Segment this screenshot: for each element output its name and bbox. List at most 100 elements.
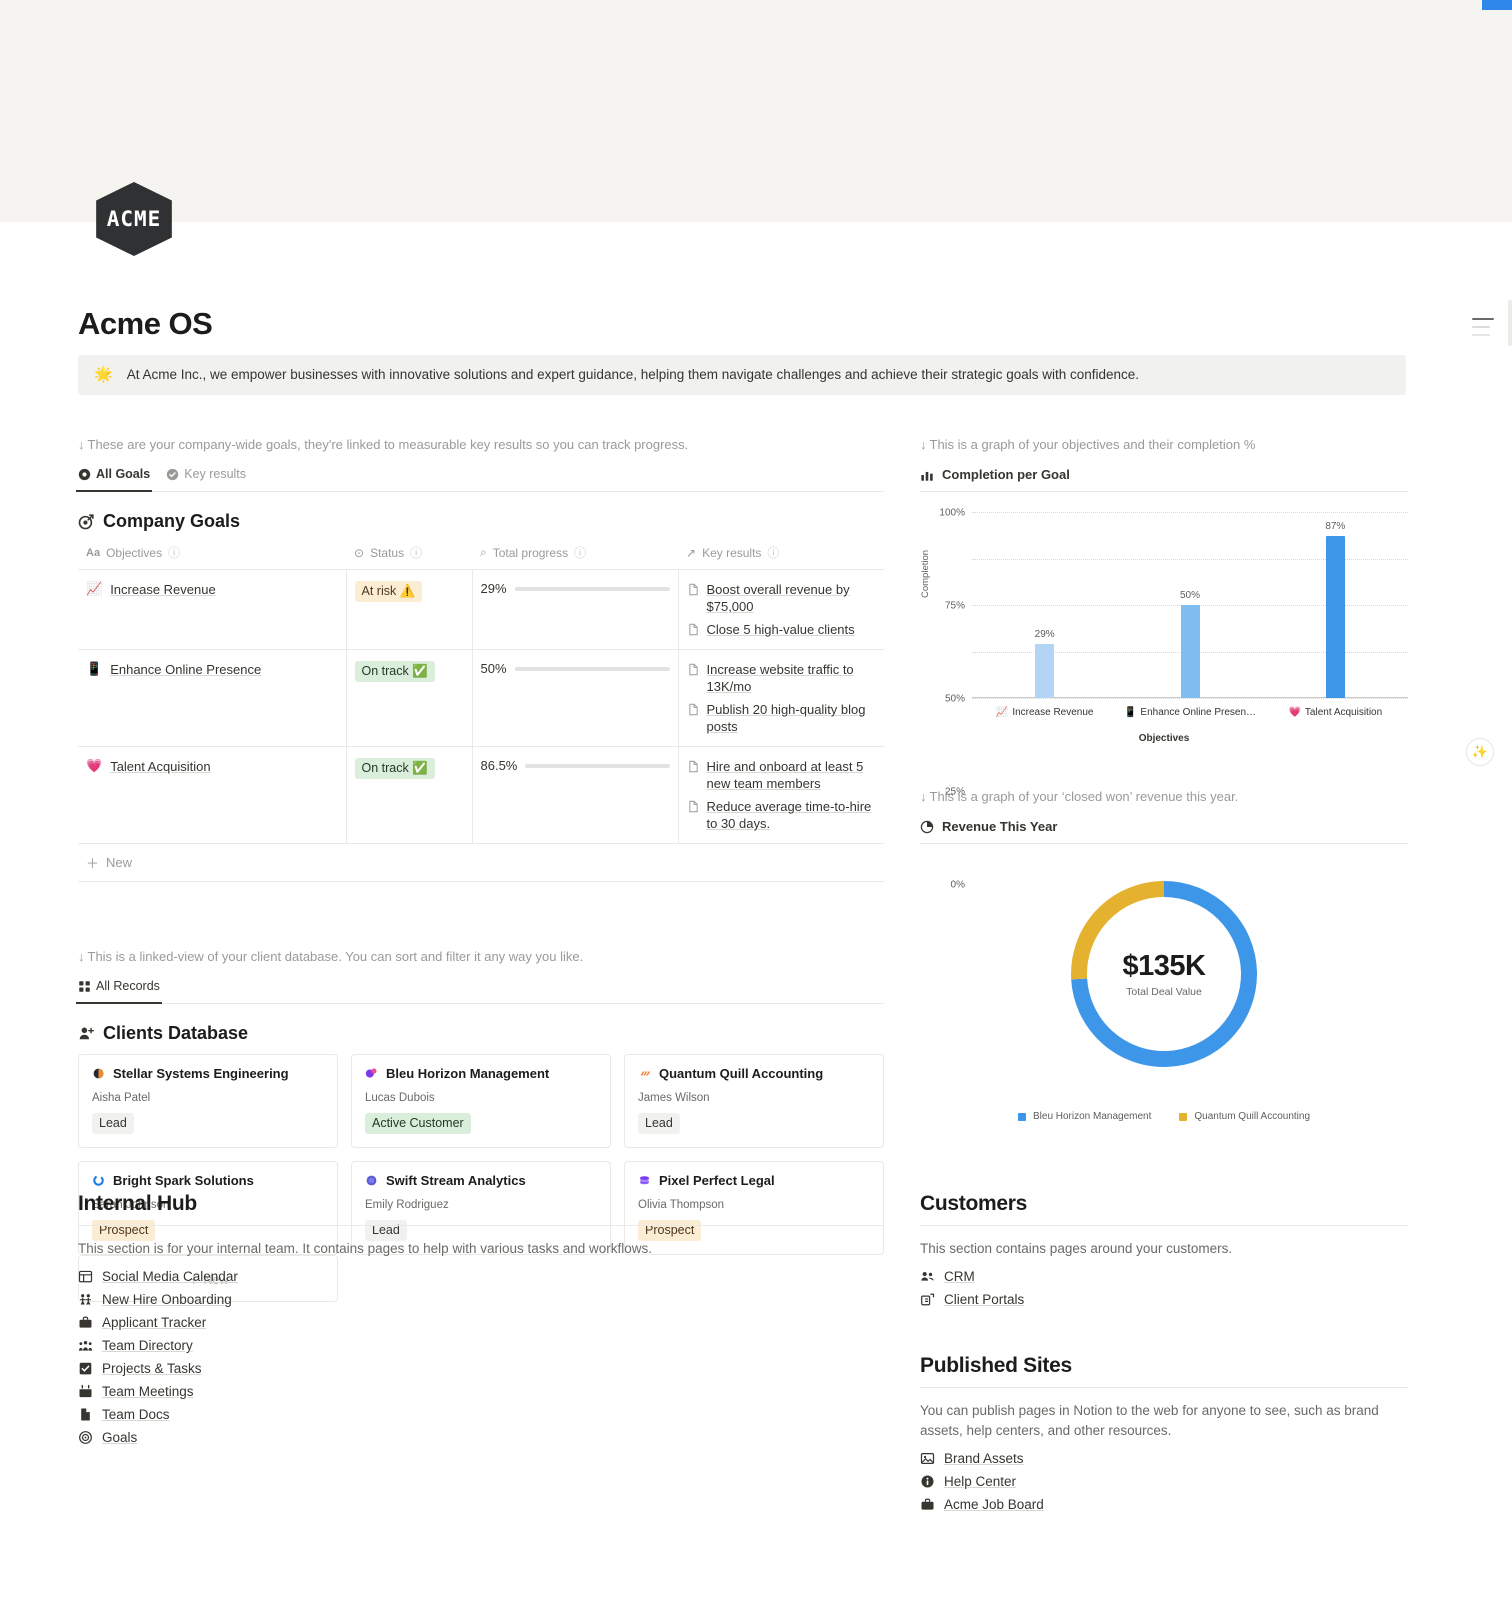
cell-status[interactable]: On track ✅ [346, 649, 473, 747]
bar-group[interactable]: 29% [980, 629, 1110, 698]
rollup-type-icon: ⌕ [480, 545, 487, 559]
text-type-icon: Aa [86, 546, 101, 559]
published-sites-link[interactable]: Brand Assets [920, 1447, 1408, 1470]
col-status[interactable]: ⊙ Status ⓘ [346, 540, 472, 570]
table-of-contents-indicator[interactable] [1472, 318, 1494, 342]
link-label: Brand Assets [944, 1451, 1024, 1466]
key-result-item[interactable]: Reduce average time-to-hire to 30 days. [687, 798, 877, 832]
customers-heading: Customers [920, 1192, 1408, 1226]
y-axis-tick: 50% [944, 693, 965, 705]
customers-link[interactable]: CRM [920, 1265, 1408, 1288]
key-result-item[interactable]: Close 5 high-value clients [687, 621, 877, 638]
table-header-row: Aa Objectives ⓘ ⊙ Status ⓘ ⌕ Total progr… [78, 540, 884, 570]
client-contact: Aisha Patel [92, 1092, 151, 1104]
col-objectives[interactable]: Aa Objectives ⓘ [78, 540, 346, 570]
key-result-item[interactable]: Boost overall revenue by $75,000 [687, 581, 877, 615]
client-contact: James Wilson [638, 1092, 710, 1104]
goals-view-tabs: All Goals Key results [75, 467, 884, 492]
link-label: Goals [102, 1430, 138, 1445]
person-add-icon [79, 1027, 94, 1040]
cell-status[interactable]: At risk ⚠️ [346, 569, 473, 650]
category-emoji-icon: 💗 [1288, 707, 1301, 718]
published-sites-link[interactable]: Help Center [920, 1470, 1408, 1493]
cell-progress[interactable]: 50% [472, 649, 679, 747]
internal-hub-link[interactable]: Team Meetings [78, 1380, 884, 1403]
col-total-progress[interactable]: ⌕ Total progress ⓘ [472, 540, 678, 570]
revenue-chart-header: Revenue This Year [920, 819, 1408, 844]
checkbox-icon [79, 1362, 92, 1375]
internal-hub-link[interactable]: Team Docs [78, 1403, 884, 1426]
client-name: Swift Stream Analytics [386, 1173, 526, 1188]
cell-key-results: Increase website traffic to 13K/mo Publis… [678, 649, 884, 747]
donut-legend: Bleu Horizon Management Quantum Quill Acc… [920, 1111, 1408, 1122]
down-arrow-icon: ↓ [78, 437, 85, 452]
down-arrow-icon: ↓ [920, 789, 927, 804]
ai-assistant-button[interactable]: ✨ [1466, 738, 1494, 766]
check-circle-icon [167, 468, 179, 480]
cell-progress[interactable]: 86.5% [472, 746, 679, 844]
cell-status[interactable]: On track ✅ [346, 746, 473, 844]
customers-link[interactable]: Client Portals [920, 1288, 1408, 1311]
table-row[interactable]: 📱 Enhance Online Presence On track ✅ 50%… [78, 649, 884, 747]
legend-item[interactable]: Quantum Quill Accounting [1179, 1111, 1310, 1122]
key-result-item[interactable]: Increase website traffic to 13K/mo [687, 661, 877, 695]
client-card[interactable]: Quantum Quill Accounting James Wilson Le… [624, 1054, 884, 1148]
cell-objective[interactable]: 📱 Enhance Online Presence [78, 649, 347, 747]
table-row[interactable]: 📈 Increase Revenue At risk ⚠️ 29% Boost … [78, 569, 884, 650]
tab-key-results-label: Key results [184, 467, 247, 481]
clients-database-title: Clients Database [78, 1023, 884, 1044]
col-key-results[interactable]: ↗ Key results ⓘ [678, 540, 884, 570]
notion-page: ACME Acme OS 🌟 At Acme Inc., we empower … [0, 0, 1512, 1600]
goals-new-row[interactable]: ＋ New [78, 844, 884, 882]
published-sites-heading: Published Sites [920, 1354, 1408, 1388]
internal-hub-link[interactable]: New Hire Onboarding [78, 1288, 884, 1311]
key-result-label: Increase website traffic to 13K/mo [706, 662, 854, 694]
legend-swatch [1179, 1112, 1188, 1121]
bar-group[interactable]: 87% [1270, 521, 1400, 698]
internal-hub-link[interactable]: Applicant Tracker [78, 1311, 884, 1334]
group-icon [921, 1272, 934, 1281]
client-card[interactable]: Bleu Horizon Management Lucas Dubois Act… [351, 1054, 611, 1148]
gridline: 0% [951, 698, 1408, 891]
objective-emoji-icon: 📈 [86, 581, 103, 596]
key-result-item[interactable]: Publish 20 high-quality blog posts [687, 701, 877, 735]
bar-group[interactable]: 50% [1125, 590, 1255, 698]
legend-item[interactable]: Bleu Horizon Management [1017, 1111, 1151, 1122]
circle-indigo-icon [366, 1175, 377, 1186]
link-label: Team Meetings [102, 1384, 194, 1399]
tab-key-results[interactable]: Key results [166, 467, 246, 485]
client-status-badge: Active Customer [365, 1113, 471, 1134]
x-axis-tick: 📱 Enhance Online Presen… [1115, 707, 1265, 718]
clients-hint: ↓ This is a linked-view of your client da… [78, 949, 584, 964]
link-label: Team Docs [102, 1407, 170, 1422]
tab-all-records[interactable]: All Records [76, 979, 162, 1004]
company-goals-table: Aa Objectives ⓘ ⊙ Status ⓘ ⌕ Total progr… [78, 540, 884, 844]
sparkle-emoji-icon: 🌟 [94, 366, 113, 383]
y-axis-tick: 25% [944, 786, 965, 798]
internal-hub-link[interactable]: Social Media Calendar [78, 1265, 884, 1288]
internal-hub-heading: Internal Hub [78, 1192, 884, 1226]
sidebar-handle[interactable] [1508, 300, 1512, 346]
client-name: Pixel Perfect Legal [659, 1173, 775, 1188]
published-sites-link[interactable]: Acme Job Board [920, 1493, 1408, 1516]
revenue-donut-chart: $135K Total Deal Value Bleu Horizon Mana… [920, 866, 1408, 1166]
progress-bar [525, 763, 670, 768]
cell-objective[interactable]: 💗 Talent Acquisition [78, 746, 347, 844]
document-icon [688, 663, 698, 676]
tab-all-goals[interactable]: All Goals [75, 467, 153, 492]
briefcase-icon [921, 1498, 934, 1510]
internal-hub-link[interactable]: Team Directory [78, 1334, 884, 1357]
table-row[interactable]: 💗 Talent Acquisition On track ✅ 86.5% Hi… [78, 746, 884, 844]
key-result-item[interactable]: Hire and onboard at least 5 new team mem… [687, 758, 877, 792]
client-name: Quantum Quill Accounting [659, 1066, 824, 1081]
cell-objective[interactable]: 📈 Increase Revenue [78, 569, 347, 650]
category-label: Enhance Online Presen… [1140, 707, 1257, 718]
briefcase-icon [79, 1316, 92, 1328]
cell-progress[interactable]: 29% [472, 569, 679, 650]
client-card[interactable]: Stellar Systems Engineering Aisha Patel … [78, 1054, 338, 1148]
completion-chart-hint: ↓ This is a graph of your objectives and … [920, 437, 1256, 452]
internal-hub-link[interactable]: Goals [78, 1426, 884, 1449]
internal-hub-link[interactable]: Projects & Tasks [78, 1357, 884, 1380]
objective-emoji-icon: 📱 [86, 661, 103, 676]
progress-bar [514, 586, 670, 591]
